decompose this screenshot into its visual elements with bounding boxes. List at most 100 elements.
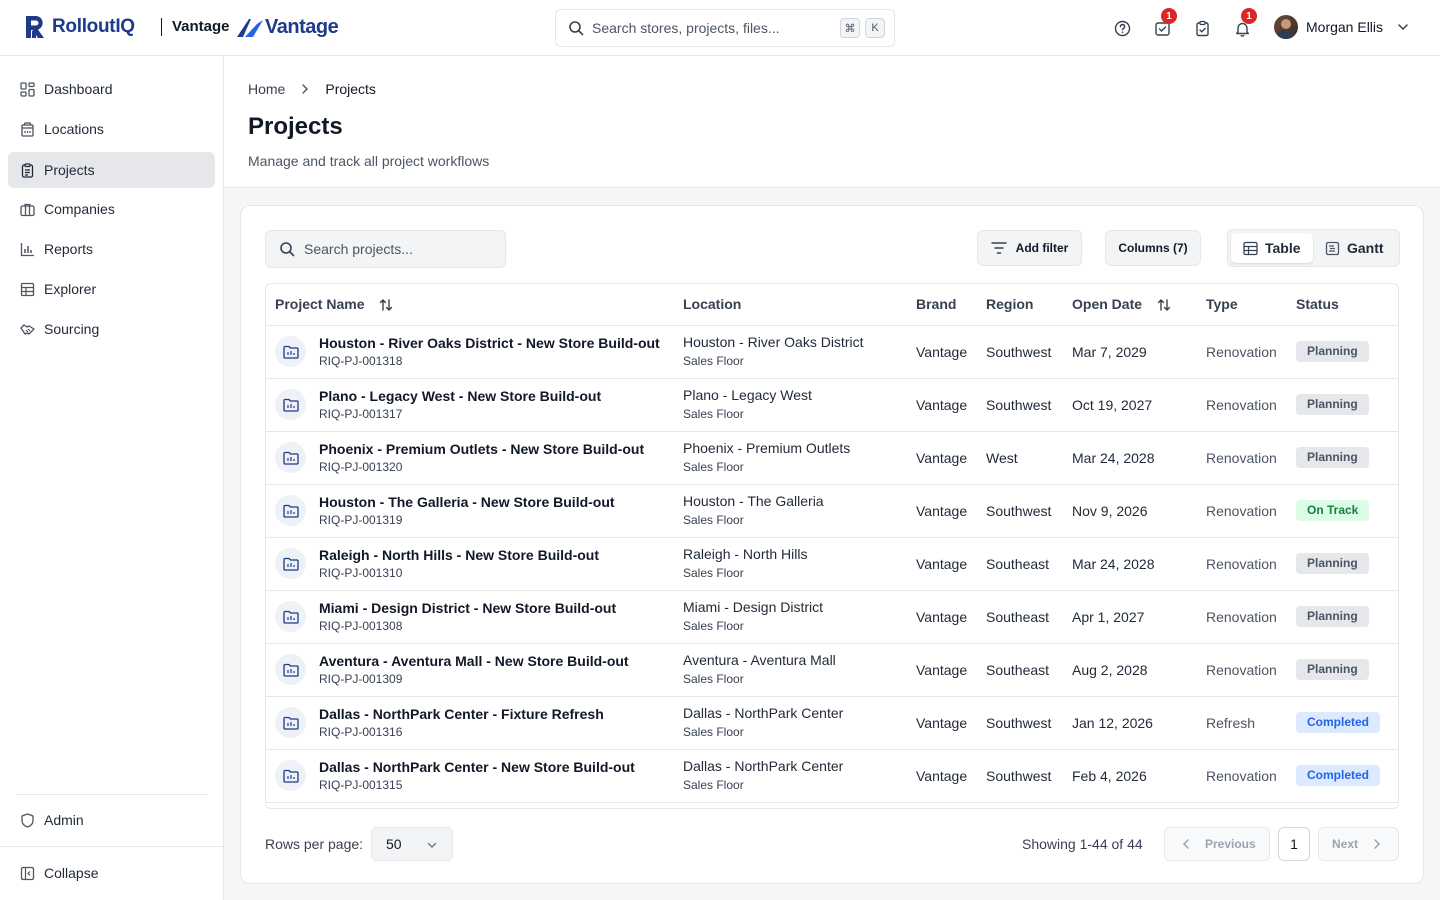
- table-row[interactable]: Houston - The Galleria - New Store Build…: [266, 484, 1398, 538]
- location-name: Phoenix - Premium Outlets: [683, 440, 851, 456]
- page-number-current[interactable]: 1: [1278, 827, 1310, 861]
- project-name[interactable]: Dallas - NorthPark Center - New Store Bu…: [319, 759, 635, 776]
- cell-type: Renovation: [1206, 431, 1296, 485]
- bar-chart-icon: [19, 241, 35, 257]
- table-row[interactable]: Aventura - Aventura Mall - New Store Bui…: [266, 643, 1398, 697]
- add-filter-button[interactable]: Add filter: [977, 230, 1082, 266]
- cell-project-name[interactable]: Phoenix - Premium Outlets - New Store Bu…: [266, 431, 683, 485]
- project-id: RIQ-PJ-001310: [319, 565, 403, 580]
- sidebar-item-explorer[interactable]: Explorer: [8, 271, 215, 307]
- project-search-input[interactable]: [304, 241, 494, 257]
- column-header-region[interactable]: Region: [986, 284, 1072, 326]
- project-folder-icon: [275, 389, 306, 420]
- sidebar-item-label: Explorer: [44, 281, 97, 297]
- cell-project-name[interactable]: Raleigh - North Hills - New Store Build-…: [266, 537, 683, 591]
- chevron-right-icon: [1374, 839, 1381, 849]
- sidebar: Dashboard Locations Projects Companies R…: [0, 56, 224, 900]
- add-filter-label: Add filter: [1015, 241, 1069, 255]
- table-row[interactable]: Miami - Design District - New Store Buil…: [266, 590, 1398, 644]
- cell-project-name[interactable]: Houston - River Oaks District - New Stor…: [266, 325, 683, 379]
- app-logo[interactable]: RolloutIQ: [24, 14, 135, 40]
- cell-project-name[interactable]: Houston - The Galleria - New Store Build…: [266, 484, 683, 538]
- column-header-location[interactable]: Location: [683, 284, 916, 326]
- column-header-project-name[interactable]: Project Name: [266, 284, 683, 326]
- cell-project-name[interactable]: Miami - Design District - New Store Buil…: [266, 590, 683, 644]
- previous-page-button[interactable]: Previous: [1164, 827, 1270, 861]
- sort-icon[interactable]: [378, 297, 394, 313]
- sort-icon[interactable]: [1156, 297, 1172, 313]
- status-badge: Completed: [1296, 712, 1381, 733]
- rows-per-page-select[interactable]: 50: [371, 827, 453, 861]
- global-search[interactable]: ⌘ K: [555, 9, 895, 47]
- clipboard-button[interactable]: [1192, 18, 1212, 38]
- location-name: Dallas - NorthPark Center: [683, 758, 844, 774]
- tasks-button[interactable]: 1: [1152, 8, 1177, 38]
- table-row[interactable]: Plano - Legacy West - New Store Build-ou…: [266, 378, 1398, 432]
- column-header-brand[interactable]: Brand: [916, 284, 986, 326]
- cell-type: Renovation: [1206, 325, 1296, 379]
- columns-button[interactable]: Columns (7): [1105, 230, 1201, 266]
- chevron-right-icon: [302, 84, 309, 94]
- sidebar-item-label: Admin: [44, 812, 84, 828]
- sidebar-item-companies[interactable]: Companies: [8, 191, 215, 227]
- breadcrumb-home[interactable]: Home: [248, 81, 285, 97]
- cell-project-name[interactable]: Dallas - NorthPark Center - Fixture Refr…: [266, 696, 683, 750]
- project-name[interactable]: Dallas - NorthPark Center - Fixture Refr…: [319, 706, 604, 723]
- app-name: RolloutIQ: [52, 16, 135, 37]
- column-header-label: Project Name: [275, 295, 365, 312]
- cell-type: Refresh: [1206, 696, 1296, 750]
- view-gantt-button[interactable]: Gantt: [1313, 233, 1399, 263]
- table-row[interactable]: Houston - River Oaks District - New Stor…: [266, 325, 1398, 379]
- cell-location: Houston - The Galleria Sales Floor: [683, 484, 916, 538]
- table-row[interactable]: Dallas - NorthPark Center - Fixture Refr…: [266, 696, 1398, 750]
- sidebar-item-projects[interactable]: Projects: [8, 152, 215, 188]
- tasks-badge: 1: [1161, 8, 1177, 24]
- sidebar-item-admin[interactable]: Admin: [8, 802, 215, 838]
- cell-region: West: [986, 431, 1072, 485]
- project-folder-icon: [275, 707, 306, 738]
- collapse-button[interactable]: Collapse: [8, 855, 215, 891]
- table-row[interactable]: Phoenix - Premium Outlets - New Store Bu…: [266, 431, 1398, 485]
- cell-project-name[interactable]: Plano - Legacy West - New Store Build-ou…: [266, 378, 683, 432]
- chevron-down-icon: [1398, 24, 1408, 31]
- project-name[interactable]: Phoenix - Premium Outlets - New Store Bu…: [319, 441, 644, 458]
- project-name[interactable]: Plano - Legacy West - New Store Build-ou…: [319, 388, 601, 405]
- sidebar-item-label: Reports: [44, 241, 94, 257]
- search-icon: [569, 21, 584, 36]
- project-folder-icon: [275, 336, 306, 367]
- project-name[interactable]: Houston - The Galleria - New Store Build…: [319, 494, 615, 511]
- status-badge: On Track: [1296, 500, 1370, 521]
- cell-project-name[interactable]: Aventura - Aventura Mall - New Store Bui…: [266, 643, 683, 697]
- sidebar-item-locations[interactable]: Locations: [8, 111, 215, 147]
- cell-status: Planning: [1296, 590, 1398, 644]
- help-button[interactable]: [1112, 18, 1132, 38]
- user-menu[interactable]: Morgan Ellis: [1274, 15, 1409, 39]
- column-header-label: Open Date: [1072, 295, 1143, 312]
- project-folder-icon: [275, 760, 306, 791]
- project-name[interactable]: Raleigh - North Hills - New Store Build-…: [319, 547, 599, 564]
- next-page-button[interactable]: Next: [1318, 827, 1399, 861]
- location-area: Sales Floor: [683, 619, 744, 633]
- project-name[interactable]: Houston - River Oaks District - New Stor…: [319, 335, 660, 352]
- project-id: RIQ-PJ-001319: [319, 512, 403, 527]
- projects-table: Project Name Location Brand Region Open …: [265, 283, 1399, 809]
- shortcut-key-k: K: [865, 18, 885, 38]
- cell-status: Planning: [1296, 431, 1398, 485]
- brand-label: Vantage: [172, 18, 230, 35]
- column-header-open-date[interactable]: Open Date: [1072, 284, 1206, 326]
- project-name[interactable]: Aventura - Aventura Mall - New Store Bui…: [319, 653, 629, 670]
- notifications-button[interactable]: 1: [1232, 8, 1257, 38]
- column-header-type[interactable]: Type: [1206, 284, 1296, 326]
- view-table-button[interactable]: Table: [1231, 233, 1313, 263]
- sidebar-item-dashboard[interactable]: Dashboard: [8, 71, 215, 107]
- sidebar-item-sourcing[interactable]: Sourcing: [8, 311, 215, 347]
- global-search-input[interactable]: [592, 20, 832, 36]
- sidebar-item-reports[interactable]: Reports: [8, 231, 215, 267]
- column-header-status[interactable]: Status: [1296, 284, 1398, 326]
- cell-project-name[interactable]: Dallas - NorthPark Center - New Store Bu…: [266, 749, 683, 803]
- project-name[interactable]: Miami - Design District - New Store Buil…: [319, 600, 616, 617]
- project-search[interactable]: [265, 230, 506, 268]
- table-row[interactable]: Dallas - NorthPark Center - New Store Bu…: [266, 749, 1398, 803]
- table-row[interactable]: Raleigh - North Hills - New Store Build-…: [266, 537, 1398, 591]
- sidebar-item-label: Companies: [44, 201, 115, 217]
